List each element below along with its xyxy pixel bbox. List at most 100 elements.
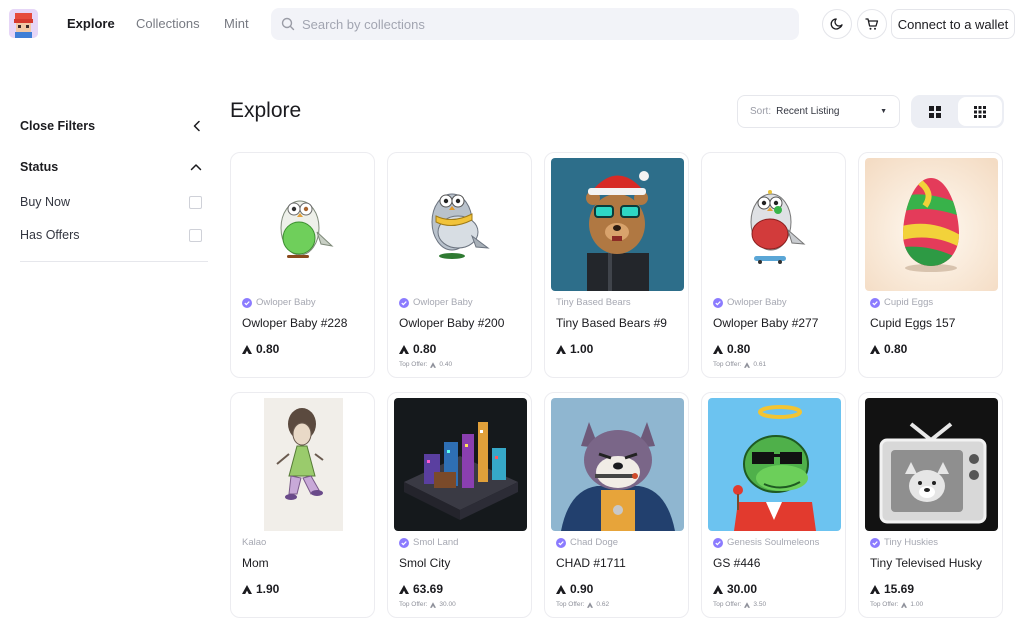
top-offer: Top Offer: 3.50 — [713, 601, 766, 608]
collection-name[interactable]: Owloper Baby — [242, 297, 316, 308]
avax-icon — [399, 344, 409, 354]
nav-collections[interactable]: Collections — [136, 16, 200, 31]
avax-icon — [430, 601, 437, 608]
nft-title: Mom — [242, 556, 269, 570]
avax-icon — [556, 344, 566, 354]
top-navigation: Explore Collections Mint Connect to a wa… — [0, 0, 1024, 48]
collection-label: Kalao — [242, 537, 267, 548]
app-logo[interactable] — [9, 9, 38, 38]
collection-label: Genesis Soulmeleons — [727, 537, 820, 548]
top-offer: Top Offer: 0.61 — [713, 361, 766, 368]
collection-label: Owloper Baby — [727, 297, 787, 308]
nft-image[interactable] — [865, 158, 998, 291]
sidebar-divider — [20, 261, 208, 262]
price-value: 0.90 — [570, 582, 594, 596]
collection-label: Owloper Baby — [413, 297, 473, 308]
price: 1.90 — [242, 582, 279, 596]
nft-image[interactable] — [394, 158, 527, 291]
nav-mint[interactable]: Mint — [224, 16, 249, 31]
nft-card[interactable]: Genesis Soulmeleons GS #446 30.00 Top Of… — [701, 392, 846, 618]
nft-card[interactable]: Owloper Baby Owloper Baby #277 0.80 Top … — [701, 152, 846, 378]
large-grid-button[interactable] — [913, 97, 957, 126]
price: 0.80 — [870, 342, 907, 356]
nft-image[interactable] — [237, 158, 370, 291]
collection-name[interactable]: Cupid Eggs — [870, 297, 933, 308]
top-offer: Top Offer: 30.00 — [399, 601, 456, 608]
verified-badge-icon — [870, 297, 880, 308]
status-section-header[interactable]: Status — [20, 160, 202, 174]
top-offer-value: 1.00 — [910, 601, 924, 608]
price-value: 15.69 — [884, 582, 915, 596]
top-offer-label: Top Offer: — [556, 601, 585, 608]
collection-name[interactable]: Chad Doge — [556, 537, 618, 548]
buy-now-label: Buy Now — [20, 195, 71, 209]
collection-label: Owloper Baby — [256, 297, 316, 308]
nft-card[interactable]: Smol Land Smol City 63.69 Top Offer: 30.… — [387, 392, 532, 618]
price: 63.69 — [399, 582, 443, 596]
avax-icon — [556, 584, 566, 594]
theme-toggle-button[interactable] — [822, 9, 852, 39]
cart-icon — [865, 18, 879, 30]
nft-image[interactable] — [865, 398, 998, 531]
nft-card[interactable]: Tiny Huskies Tiny Televised Husky 15.69 … — [858, 392, 1003, 618]
nft-title: Owloper Baby #277 — [713, 316, 819, 330]
avax-icon — [744, 601, 751, 608]
collection-label: Tiny Huskies — [884, 537, 939, 548]
nav-explore[interactable]: Explore — [67, 16, 115, 31]
nft-card[interactable]: Tiny Based Bears Tiny Based Bears #9 1.0… — [544, 152, 689, 378]
nft-card[interactable]: Owloper Baby Owloper Baby #200 0.80 Top … — [387, 152, 532, 378]
nft-card[interactable]: Chad Doge CHAD #1711 0.90 Top Offer: 0.6… — [544, 392, 689, 618]
collection-name[interactable]: Owloper Baby — [399, 297, 473, 308]
sort-dropdown[interactable]: Sort: Recent Listing ▼ — [737, 95, 900, 128]
nft-image[interactable] — [237, 398, 370, 531]
nft-image[interactable] — [551, 398, 684, 531]
price: 0.90 — [556, 582, 593, 596]
top-offer-label: Top Offer: — [713, 361, 742, 368]
nft-card[interactable]: Owloper Baby Owloper Baby #228 0.80 — [230, 152, 375, 378]
close-filters-row[interactable]: Close Filters — [20, 119, 202, 133]
avax-icon — [430, 361, 437, 368]
collection-label: Tiny Based Bears — [556, 297, 631, 308]
nft-image[interactable] — [551, 158, 684, 291]
filter-option-buy-now[interactable]: Buy Now — [20, 195, 202, 209]
nft-image[interactable] — [708, 398, 841, 531]
collection-name[interactable]: Owloper Baby — [713, 297, 787, 308]
connect-wallet-button[interactable]: Connect to a wallet — [891, 9, 1015, 39]
top-offer-value: 0.40 — [439, 361, 453, 368]
verified-badge-icon — [713, 537, 723, 548]
collection-name[interactable]: Genesis Soulmeleons — [713, 537, 819, 548]
top-offer-value: 30.00 — [439, 601, 456, 608]
avax-icon — [901, 601, 908, 608]
nft-image[interactable] — [708, 158, 841, 291]
cart-button[interactable] — [857, 9, 887, 39]
search-input[interactable] — [302, 8, 782, 40]
avax-icon — [713, 584, 723, 594]
nft-title: Tiny Televised Husky — [870, 556, 983, 570]
collection-name[interactable]: Smol Land — [399, 537, 458, 548]
nft-card[interactable]: Kalao Mom 1.90 — [230, 392, 375, 618]
nft-image[interactable] — [394, 398, 527, 531]
has-offers-checkbox[interactable] — [189, 228, 202, 242]
chevron-up-icon[interactable] — [190, 162, 202, 172]
collection-name[interactable]: Tiny Based Bears — [556, 297, 631, 308]
nft-title: Smol City — [399, 556, 451, 570]
nft-card[interactable]: Cupid Eggs Cupid Eggs 157 0.80 — [858, 152, 1003, 378]
top-offer-value: 0.62 — [596, 601, 610, 608]
moon-icon — [830, 18, 843, 30]
has-offers-label: Has Offers — [20, 228, 80, 242]
sort-label: Sort: — [750, 106, 772, 117]
collection-label: Cupid Eggs — [884, 297, 934, 308]
close-filters-label: Close Filters — [20, 119, 96, 133]
top-offer-label: Top Offer: — [713, 601, 742, 608]
collection-name[interactable]: Kalao — [242, 537, 266, 548]
avax-icon — [587, 601, 594, 608]
verified-badge-icon — [713, 297, 723, 308]
buy-now-checkbox[interactable] — [189, 195, 202, 209]
chevron-left-icon[interactable] — [192, 120, 202, 132]
small-grid-button[interactable] — [958, 97, 1002, 126]
filter-option-has-offers[interactable]: Has Offers — [20, 228, 202, 242]
price-value: 1.00 — [570, 342, 594, 356]
collection-name[interactable]: Tiny Huskies — [870, 537, 938, 548]
price: 1.00 — [556, 342, 593, 356]
nft-title: Cupid Eggs 157 — [870, 316, 956, 330]
